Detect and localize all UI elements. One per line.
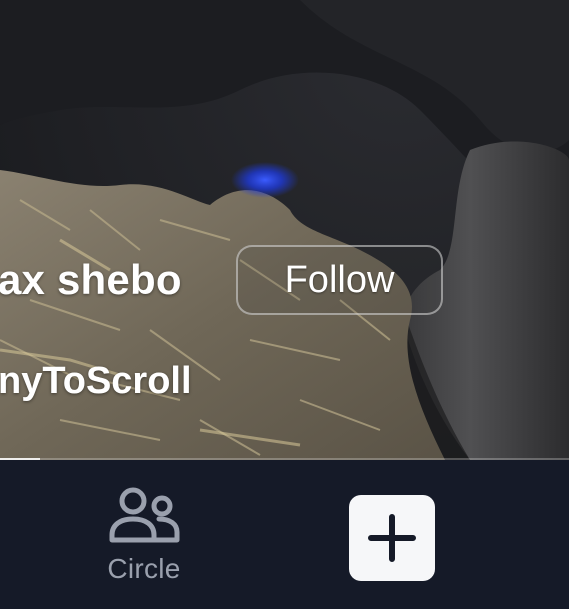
video-author-name[interactable]: ax shebo	[0, 256, 182, 304]
create-post-button[interactable]	[349, 495, 435, 581]
people-icon	[109, 487, 180, 543]
video-progress-fill	[0, 458, 40, 460]
nav-item-circle-label: Circle	[107, 553, 181, 584]
video-progress-bar[interactable]	[0, 458, 569, 460]
bottom-navigation: Circle	[0, 461, 569, 609]
video-player[interactable]: ax shebo Follow nyToScroll	[0, 0, 569, 460]
video-caption: nyToScroll	[0, 360, 192, 402]
plus-icon	[368, 514, 416, 562]
app-screen: ax shebo Follow nyToScroll Circle	[0, 0, 569, 609]
nav-item-circle[interactable]: Circle	[88, 485, 200, 603]
follow-button[interactable]: Follow	[236, 245, 443, 315]
